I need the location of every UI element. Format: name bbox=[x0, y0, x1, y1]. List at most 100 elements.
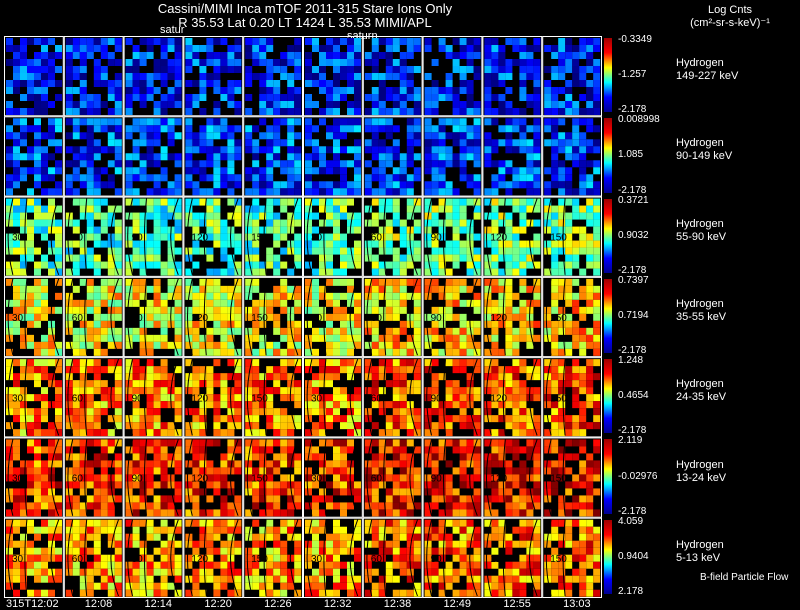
heatmap-cell bbox=[326, 555, 333, 562]
heatmap-cell bbox=[245, 73, 252, 80]
heatmap-cell bbox=[393, 220, 400, 227]
heatmap-cell bbox=[280, 429, 287, 436]
heatmap-cell bbox=[168, 439, 175, 446]
heatmap-cell bbox=[87, 583, 94, 590]
heatmap-cell bbox=[101, 167, 108, 174]
heatmap-cell bbox=[326, 101, 333, 108]
heatmap-cell bbox=[252, 380, 259, 387]
heatmap-cell bbox=[252, 446, 259, 453]
heatmap-cell bbox=[266, 446, 273, 453]
heatmap-cell bbox=[326, 167, 333, 174]
heatmap-cell bbox=[13, 167, 20, 174]
heatmap-cell bbox=[326, 460, 333, 467]
heatmap-cell bbox=[273, 569, 280, 576]
heatmap-cell bbox=[414, 488, 421, 495]
heatmap-cell bbox=[551, 366, 558, 373]
heatmap-cell bbox=[48, 80, 55, 87]
heatmap-cell bbox=[407, 66, 414, 73]
heatmap-cell bbox=[13, 439, 20, 446]
heatmap-cell bbox=[372, 495, 379, 502]
heatmap-cell bbox=[115, 576, 122, 583]
heatmap-cell bbox=[34, 87, 41, 94]
heatmap-cell bbox=[245, 108, 252, 115]
heatmap-cell bbox=[432, 213, 439, 220]
heatmap-cell bbox=[491, 534, 498, 541]
heatmap-cell bbox=[280, 439, 287, 446]
heatmap-cell bbox=[460, 460, 467, 467]
heatmap-cell bbox=[512, 446, 519, 453]
heatmap-cell bbox=[101, 509, 108, 516]
heatmap-cell bbox=[519, 213, 526, 220]
heatmap-cell bbox=[280, 206, 287, 213]
heatmap-cell bbox=[227, 188, 234, 195]
heatmap-cell bbox=[192, 453, 199, 460]
heatmap-cell bbox=[340, 125, 347, 132]
heatmap-cell bbox=[13, 590, 20, 597]
heatmap-cell bbox=[333, 394, 340, 401]
heatmap-cell bbox=[586, 481, 593, 488]
heatmap-cell bbox=[161, 527, 168, 534]
heatmap-cell bbox=[386, 349, 393, 356]
heatmap-cell bbox=[213, 181, 220, 188]
heatmap-cell bbox=[393, 293, 400, 300]
heatmap-cell bbox=[175, 73, 182, 80]
heatmap-cell bbox=[55, 125, 62, 132]
heatmap-cell bbox=[579, 328, 586, 335]
heatmap-cell bbox=[512, 408, 519, 415]
heatmap-cell bbox=[432, 453, 439, 460]
heatmap-cell bbox=[273, 328, 280, 335]
heatmap-cell bbox=[407, 181, 414, 188]
heatmap-cell bbox=[354, 94, 361, 101]
heatmap-cell bbox=[94, 555, 101, 562]
heatmap-cell bbox=[519, 94, 526, 101]
heatmap-cell bbox=[558, 569, 565, 576]
heatmap-cell bbox=[512, 380, 519, 387]
heatmap-cell bbox=[460, 495, 467, 502]
heatmap-cell bbox=[551, 45, 558, 52]
heatmap-cell bbox=[108, 132, 115, 139]
heatmap-cell bbox=[414, 94, 421, 101]
heatmap-cell bbox=[273, 342, 280, 349]
heatmap-cell bbox=[101, 569, 108, 576]
heatmap-cell bbox=[294, 321, 301, 328]
heatmap-cell bbox=[453, 241, 460, 248]
heatmap-cell bbox=[115, 307, 122, 314]
heatmap-cell bbox=[66, 87, 73, 94]
heatmap-cell bbox=[266, 125, 273, 132]
heatmap-cell bbox=[206, 269, 213, 276]
heatmap-cell bbox=[379, 38, 386, 45]
heatmap-cell bbox=[6, 146, 13, 153]
heatmap-cell bbox=[333, 279, 340, 286]
heatmap-cell bbox=[252, 167, 259, 174]
heatmap-cell bbox=[512, 576, 519, 583]
heatmap-cell bbox=[326, 366, 333, 373]
heatmap-cell bbox=[558, 101, 565, 108]
heatmap-cell bbox=[572, 66, 579, 73]
heatmap-cell bbox=[386, 59, 393, 66]
heatmap-cell bbox=[414, 467, 421, 474]
heatmap-cell bbox=[347, 101, 354, 108]
heatmap-cell bbox=[101, 555, 108, 562]
heatmap-cell bbox=[273, 488, 280, 495]
heatmap-cell bbox=[252, 439, 259, 446]
heatmap-cell bbox=[154, 335, 161, 342]
heatmap-cell bbox=[245, 174, 252, 181]
heatmap-cell bbox=[533, 321, 540, 328]
heatmap-cell bbox=[175, 328, 182, 335]
heatmap-cell bbox=[446, 94, 453, 101]
heatmap-cell bbox=[220, 429, 227, 436]
heatmap-cell bbox=[453, 314, 460, 321]
heatmap-cell bbox=[333, 181, 340, 188]
heatmap-cell bbox=[41, 262, 48, 269]
heatmap-cell bbox=[491, 380, 498, 387]
heatmap-cell bbox=[34, 66, 41, 73]
heatmap-cell bbox=[393, 101, 400, 108]
heatmap-cell bbox=[446, 576, 453, 583]
heatmap-cell bbox=[161, 590, 168, 597]
heatmap-cell bbox=[168, 181, 175, 188]
heatmap-cell bbox=[593, 408, 600, 415]
heatmap-cell bbox=[266, 248, 273, 255]
heatmap-cell bbox=[266, 520, 273, 527]
heatmap-cell bbox=[526, 73, 533, 80]
heatmap-cell bbox=[512, 541, 519, 548]
